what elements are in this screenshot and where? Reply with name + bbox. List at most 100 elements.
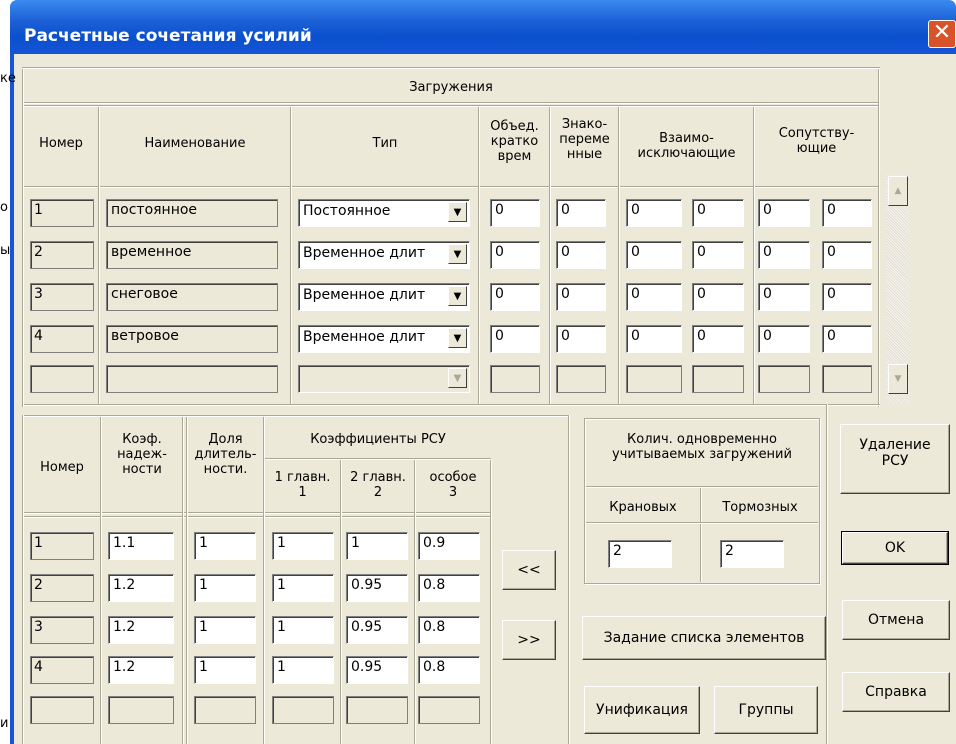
close-button[interactable]: ✕ — [928, 20, 956, 48]
alternating-input[interactable]: 0 — [556, 199, 606, 227]
load-number[interactable]: 2 — [30, 241, 94, 269]
load-name[interactable]: постоянное — [106, 199, 278, 227]
coef-main2-input[interactable]: 0.95 — [346, 616, 408, 644]
accompanying-input-1[interactable]: 0 — [758, 199, 810, 227]
reliability-input[interactable]: 1.2 — [108, 616, 174, 644]
duration-input[interactable]: 1 — [194, 532, 256, 560]
combined-input[interactable]: 0 — [490, 283, 540, 311]
shift-right-button[interactable]: >> — [502, 620, 556, 660]
accompanying-input-2[interactable]: 0 — [822, 199, 872, 227]
cancel-button[interactable]: Отмена — [842, 600, 950, 640]
exclusive-input-2[interactable]: 0 — [692, 325, 744, 353]
coef-special-input[interactable]: 0.9 — [418, 532, 480, 560]
load-name[interactable]: временное — [106, 241, 278, 269]
header-name: Наименование — [144, 136, 246, 151]
exclusive-input-1[interactable]: 0 — [626, 325, 682, 353]
accompanying-input-2[interactable]: 0 — [822, 283, 872, 311]
brake-count-input[interactable]: 2 — [720, 540, 784, 568]
shift-left-button[interactable]: << — [502, 550, 556, 590]
accompanying-input-1[interactable]: 0 — [758, 283, 810, 311]
rsu-number[interactable]: 2 — [30, 574, 94, 602]
load-type-select[interactable]: Временное длит ▼ — [298, 241, 470, 269]
reliability-input[interactable]: 1.1 — [108, 532, 174, 560]
exclusive-input-2[interactable]: 0 — [692, 199, 744, 227]
coef-main1-input[interactable]: 1 — [272, 616, 334, 644]
chevron-down-icon[interactable]: ▼ — [448, 244, 467, 264]
coef-main2-input[interactable]: 0.95 — [346, 574, 408, 602]
coef-special-input[interactable]: 0.8 — [418, 656, 480, 684]
window-title: Расчетные сочетания усилий — [24, 26, 312, 46]
header-line: 1 главн. — [274, 470, 331, 485]
header-line: 2 главн. — [350, 470, 406, 485]
scroll-up-icon[interactable]: ▲ — [888, 176, 908, 206]
alternating-input[interactable]: 0 — [556, 325, 606, 353]
load-number[interactable]: 4 — [30, 325, 94, 353]
coef-main1-input[interactable]: 1 — [272, 574, 334, 602]
crane-count-input[interactable]: 2 — [608, 540, 672, 568]
load-type-select[interactable]: Постоянное ▼ — [298, 199, 470, 227]
coef-special-input[interactable]: 0.8 — [418, 616, 480, 644]
accompanying-input-1[interactable]: 0 — [758, 325, 810, 353]
load-name[interactable]: снеговое — [106, 283, 278, 311]
simultaneous-title: Колич. одновременно учитываемых загружен… — [586, 432, 818, 462]
column-separator — [340, 460, 342, 744]
accompanying-input-2[interactable]: 0 — [822, 241, 872, 269]
accompanying-input-1[interactable]: 0 — [758, 241, 810, 269]
chevron-down-icon[interactable]: ▼ — [448, 202, 467, 222]
load-number[interactable]: 1 — [30, 199, 94, 227]
accompanying-input-empty — [758, 365, 810, 393]
accompanying-input-2[interactable]: 0 — [822, 325, 872, 353]
load-type-select[interactable]: Временное длит ▼ — [298, 283, 470, 311]
exclusive-input-2[interactable]: 0 — [692, 241, 744, 269]
rsu-number[interactable]: 4 — [30, 656, 94, 684]
coef-main2-input[interactable]: 1 — [346, 532, 408, 560]
button-line: Удаление — [859, 437, 931, 453]
chevron-down-icon[interactable]: ▼ — [448, 328, 467, 348]
background-window-text: и — [0, 716, 9, 731]
delete-rsu-button[interactable]: Удаление РСУ — [840, 424, 950, 494]
rsu-number[interactable]: 3 — [30, 616, 94, 644]
header-line: кратко — [490, 134, 539, 149]
coef-main1-input[interactable]: 1 — [272, 532, 334, 560]
header-line: ности. — [203, 462, 248, 477]
coef-main1-input[interactable]: 1 — [272, 656, 334, 684]
exclusive-input-1[interactable]: 0 — [626, 283, 682, 311]
coef-main1-empty — [272, 696, 334, 724]
groups-button[interactable]: Группы — [714, 686, 818, 734]
scroll-down-icon[interactable]: ▼ — [888, 364, 908, 394]
header-combined: Объед. кратко врем — [480, 119, 549, 164]
reliability-input[interactable]: 1.2 — [108, 574, 174, 602]
element-list-button[interactable]: Задание списка элементов — [582, 616, 826, 660]
load-type-select[interactable]: Временное длит ▼ — [298, 325, 470, 353]
chevron-down-icon[interactable]: ▼ — [448, 286, 467, 306]
exclusive-input-1[interactable]: 0 — [626, 241, 682, 269]
rsu-header-reliability: Коэф. надеж- ности — [102, 432, 182, 477]
exclusive-input-1[interactable]: 0 — [626, 199, 682, 227]
exclusive-input-2[interactable]: 0 — [692, 283, 744, 311]
combined-input[interactable]: 0 — [490, 199, 540, 227]
duration-input[interactable]: 1 — [194, 574, 256, 602]
duration-input[interactable]: 1 — [194, 616, 256, 644]
table-border — [22, 415, 570, 417]
load-number-empty — [30, 365, 94, 393]
reliability-input[interactable]: 1.2 — [108, 656, 174, 684]
load-number[interactable]: 3 — [30, 283, 94, 311]
coef-main2-input[interactable]: 0.95 — [346, 656, 408, 684]
duration-input[interactable]: 1 — [194, 656, 256, 684]
help-button[interactable]: Справка — [842, 672, 950, 712]
header-line: Знако- — [561, 117, 608, 132]
header-line: 2 — [373, 485, 383, 500]
rsu-number[interactable]: 1 — [30, 532, 94, 560]
alternating-input[interactable]: 0 — [556, 283, 606, 311]
combined-input[interactable]: 0 — [490, 325, 540, 353]
unify-button[interactable]: Унификация — [584, 686, 700, 734]
load-name[interactable]: ветровое — [106, 325, 278, 353]
ok-button[interactable]: OK — [841, 531, 949, 565]
header-line: 3 — [448, 485, 458, 500]
combined-input[interactable]: 0 — [490, 241, 540, 269]
alternating-input[interactable]: 0 — [556, 241, 606, 269]
header-line: надеж- — [117, 447, 167, 462]
coef-main2-empty — [346, 696, 408, 724]
coef-special-input[interactable]: 0.8 — [418, 574, 480, 602]
load-type-value: Постоянное — [303, 203, 391, 219]
